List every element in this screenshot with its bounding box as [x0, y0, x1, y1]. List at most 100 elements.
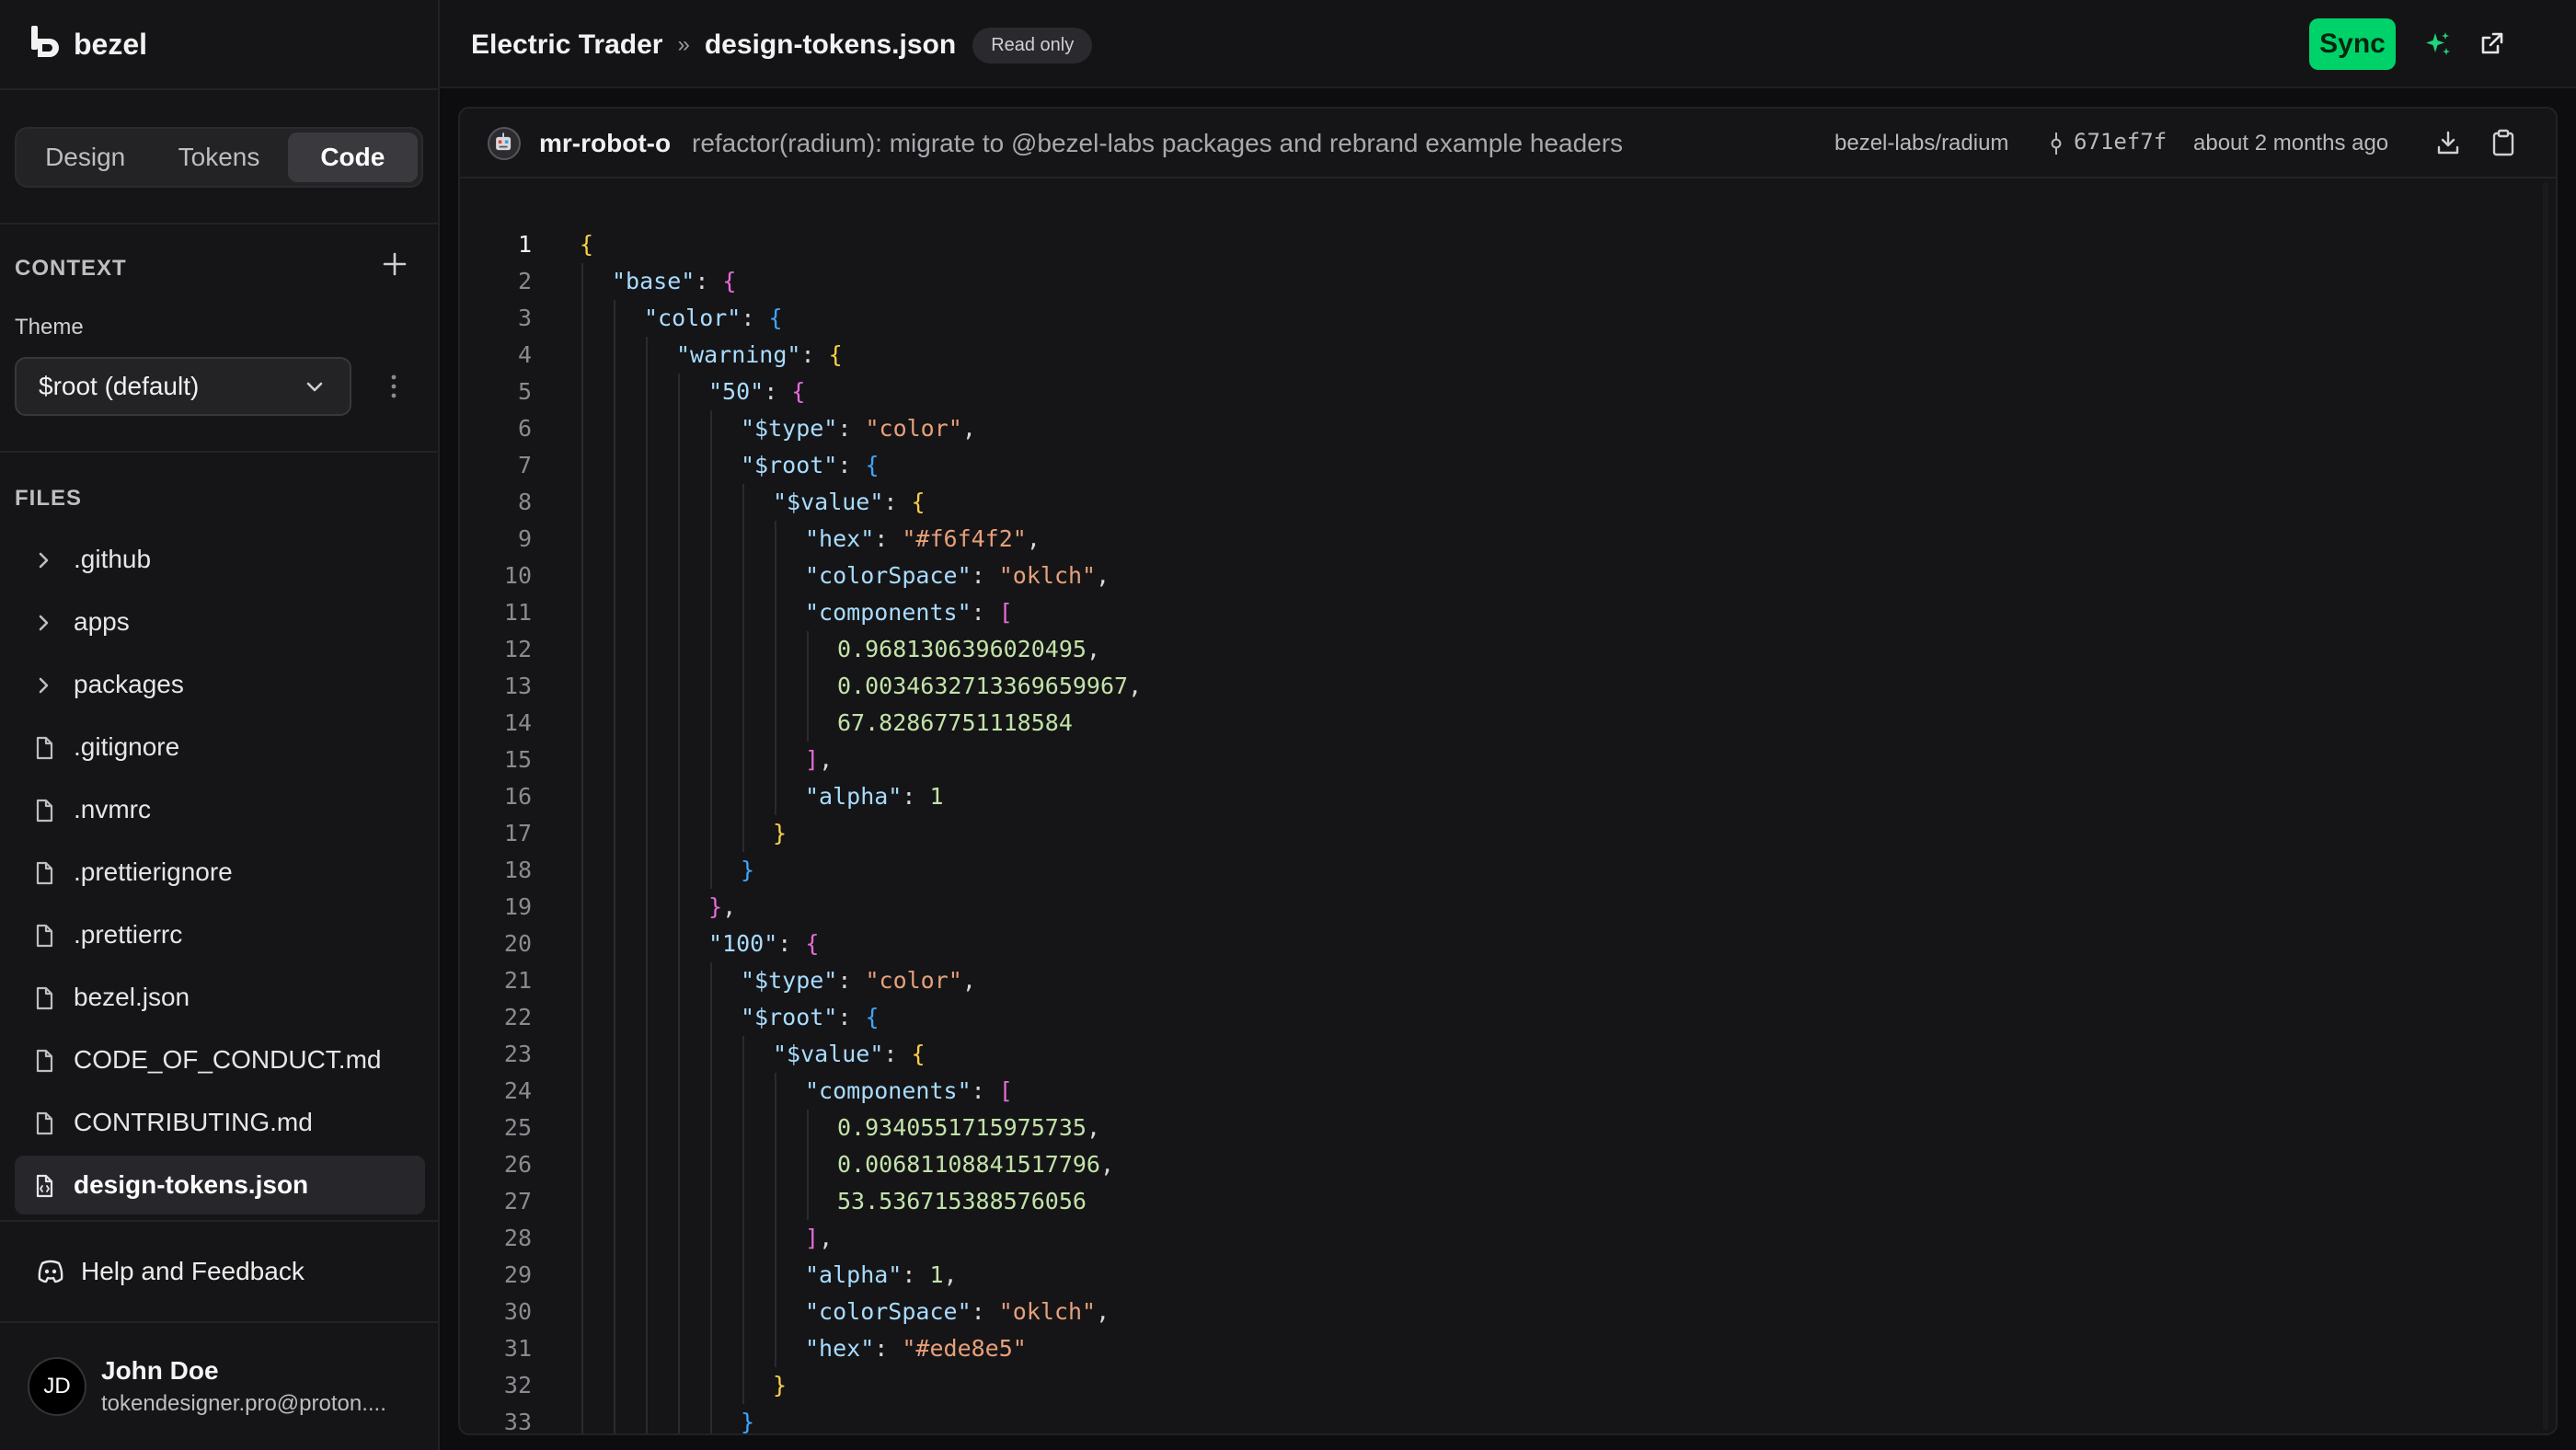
indent-guide: [678, 521, 680, 558]
chevron-down-icon: [306, 382, 323, 392]
code-line: 11 "components": [: [460, 594, 2556, 631]
file-item[interactable]: .gitignore: [15, 718, 425, 777]
line-number: 6: [517, 415, 532, 442]
file-tree: .github apps packages .gitignore .nvmrc .pret…: [15, 530, 425, 1218]
ai-sparkle-icon[interactable]: [2423, 29, 2453, 59]
scrollbar[interactable]: [2541, 182, 2550, 1430]
indent-guide: [710, 999, 712, 1036]
code-token: 0.00681108841517796: [837, 1151, 1100, 1178]
chevron-right-icon: [33, 548, 55, 572]
indent-guide: [678, 705, 680, 742]
add-context-icon[interactable]: [381, 250, 408, 278]
indent-guide: [678, 447, 680, 484]
commit-hash[interactable]: 671ef7f: [2074, 129, 2167, 155]
tab-code[interactable]: Code: [287, 132, 418, 182]
file-item[interactable]: .prettierignore: [15, 843, 425, 902]
indent-guide: [581, 1183, 583, 1220]
indent-guide: [775, 1294, 776, 1330]
indent-guide: [710, 815, 712, 852]
file-item[interactable]: design-tokens.json: [15, 1156, 425, 1214]
line-number: 28: [503, 1225, 532, 1251]
external-link-icon[interactable]: [2478, 29, 2506, 57]
code-token: 1: [929, 1261, 944, 1288]
indent-guide: [614, 668, 615, 705]
indent-guide: [646, 1404, 648, 1433]
code-token: :: [800, 341, 829, 368]
breadcrumb-project[interactable]: Electric Trader: [471, 29, 662, 61]
indent-guide: [678, 1036, 680, 1073]
copy-clipboard-icon[interactable]: [2491, 129, 2515, 156]
brand[interactable]: bezel: [29, 26, 147, 63]
indent-guide: [678, 668, 680, 705]
code-token: "$type": [741, 967, 838, 994]
code-token: :: [695, 268, 723, 294]
line-number: 19: [503, 893, 532, 920]
indent-guide: [710, 1294, 712, 1330]
file-icon: [33, 861, 55, 885]
indent-guide: [710, 962, 712, 999]
indent-guide: [614, 926, 615, 962]
folder-item[interactable]: .github: [15, 530, 425, 589]
theme-select[interactable]: $root (default): [15, 357, 351, 416]
indent-guide: [678, 852, 680, 889]
indent-guide: [807, 668, 809, 705]
user-email: tokendesigner.pro@proton....: [101, 1391, 386, 1416]
file-item[interactable]: CODE_OF_CONDUCT.md: [15, 1030, 425, 1089]
indent-guide: [581, 926, 583, 962]
indent-guide: [678, 1367, 680, 1404]
code-token: "base": [612, 268, 696, 294]
folder-item[interactable]: packages: [15, 655, 425, 714]
help-feedback-button[interactable]: Help and Feedback: [15, 1244, 425, 1299]
indent-guide: [742, 1257, 744, 1294]
code-text: "warning": {: [676, 337, 843, 374]
tab-design[interactable]: Design: [20, 132, 150, 182]
commit-author[interactable]: mr-robot-o: [539, 129, 671, 158]
bezel-logo-icon: [31, 26, 59, 57]
code-text: "100": {: [708, 926, 819, 962]
indent-guide: [614, 594, 615, 631]
divider: [0, 1220, 438, 1222]
line-number: 12: [503, 636, 532, 662]
indent-guide: [678, 1073, 680, 1110]
commit-repo[interactable]: bezel-labs/radium: [1834, 131, 2008, 156]
indent-guide: [614, 999, 615, 1036]
file-item[interactable]: CONTRIBUTING.md: [15, 1093, 425, 1152]
tab-tokens[interactable]: Tokens: [154, 132, 283, 182]
commit-bar: mr-robot-o refactor(radium): migrate to …: [460, 109, 2556, 178]
indent-guide: [614, 962, 615, 999]
indent-guide: [742, 1146, 744, 1183]
line-number: 11: [503, 599, 532, 626]
code-token: {: [828, 341, 843, 368]
indent-guide: [581, 521, 583, 558]
code-line: 6 "$type": "color",: [460, 410, 2556, 447]
code-token: 0.9681306396020495: [837, 636, 1087, 662]
line-number: 3: [517, 305, 532, 331]
user-profile[interactable]: JD John Doe tokendesigner.pro@proton....: [28, 1356, 386, 1417]
code-viewer[interactable]: 1{2 "base": {3 "color": {4 "warning": {5 "50…: [460, 226, 2556, 1433]
file-item[interactable]: .nvmrc: [15, 780, 425, 839]
indent-guide: [614, 889, 615, 926]
indent-guide: [710, 852, 712, 889]
download-icon[interactable]: [2434, 129, 2462, 156]
code-token: ]: [805, 1225, 820, 1251]
indent-guide: [742, 1183, 744, 1220]
indent-guide: [646, 337, 648, 374]
folder-item[interactable]: apps: [15, 593, 425, 651]
file-item[interactable]: .prettierrc: [15, 905, 425, 964]
sync-button[interactable]: Sync: [2309, 18, 2396, 70]
code-token: "warning": [676, 341, 801, 368]
indent-guide: [581, 1146, 583, 1183]
code-token: "oklch": [998, 562, 1097, 589]
indent-guide: [646, 778, 648, 815]
code-line: 1{: [460, 226, 2556, 263]
indent-guide: [646, 926, 648, 962]
file-item[interactable]: bezel.json: [15, 968, 425, 1027]
code-token: "hex": [805, 525, 875, 552]
indent-guide: [646, 668, 648, 705]
indent-guide: [614, 1404, 615, 1433]
indent-guide: [775, 778, 776, 815]
indent-guide: [581, 705, 583, 742]
indent-guide: [646, 962, 648, 999]
indent-guide: [678, 778, 680, 815]
more-options-icon[interactable]: [385, 372, 403, 401]
